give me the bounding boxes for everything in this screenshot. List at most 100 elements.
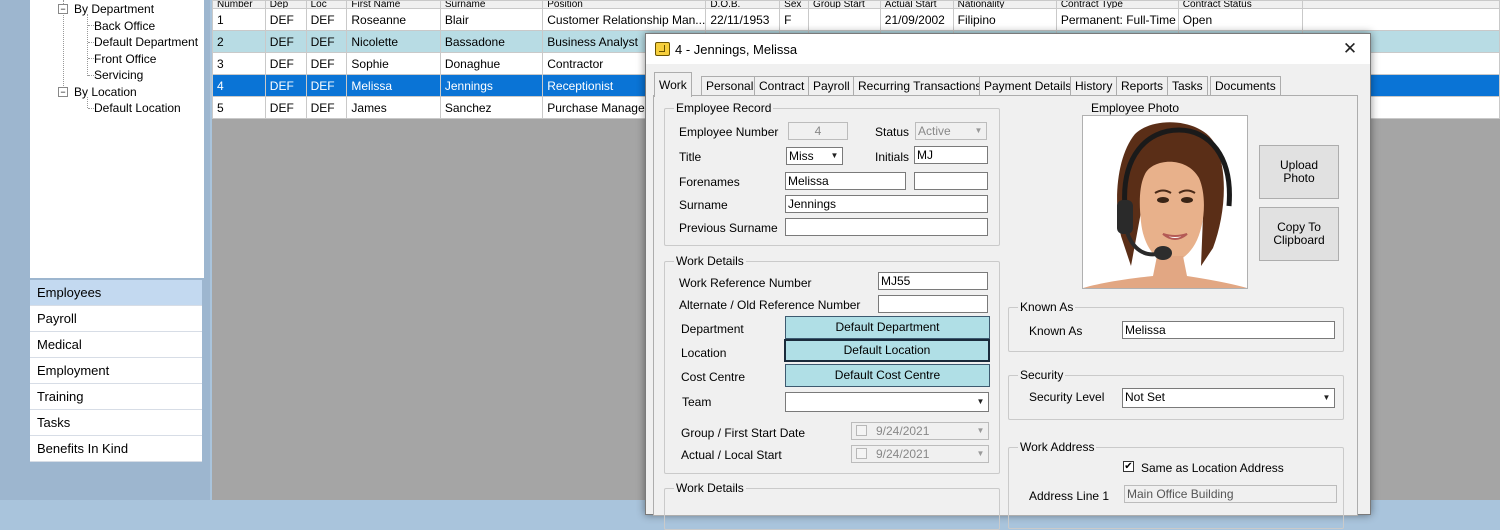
tab-work[interactable]: Work bbox=[654, 72, 692, 97]
title-select[interactable]: Miss ▼ bbox=[786, 147, 843, 165]
dropdown-icon[interactable]: ▼ bbox=[973, 394, 988, 410]
table-cell[interactable]: 5 bbox=[212, 96, 266, 119]
column-header[interactable]: Surname bbox=[439, 0, 544, 9]
tab-personal[interactable]: Personal bbox=[701, 76, 759, 96]
column-header[interactable]: Contract Status bbox=[1177, 0, 1303, 9]
table-cell[interactable]: 4 bbox=[212, 74, 266, 97]
table-row[interactable]: 1 DEF DEF Roseanne Blair Customer Relationshi… bbox=[212, 8, 1500, 31]
tree-node-by-department[interactable]: By Department bbox=[74, 2, 154, 16]
module-employment[interactable]: Employment bbox=[30, 358, 202, 384]
table-cell[interactable]: 21/09/2002 bbox=[879, 8, 954, 31]
dropdown-icon[interactable]: ▼ bbox=[973, 446, 988, 462]
work-reference-field[interactable]: MJ55 bbox=[878, 272, 988, 290]
security-level-select[interactable]: Not Set ▼ bbox=[1122, 388, 1335, 408]
close-button[interactable]: ✕ bbox=[1336, 37, 1364, 61]
tab-documents[interactable]: Documents bbox=[1210, 76, 1281, 96]
column-header[interactable]: Actual Start bbox=[879, 0, 954, 9]
table-cell[interactable]: Blair bbox=[439, 8, 544, 31]
table-cell[interactable]: Filipino bbox=[952, 8, 1057, 31]
group-start-checkbox[interactable] bbox=[856, 425, 867, 436]
tab-history[interactable]: History bbox=[1070, 76, 1118, 96]
table-cell[interactable]: Open bbox=[1177, 8, 1303, 31]
tab-recurring-transactions[interactable]: Recurring Transactions bbox=[853, 76, 987, 96]
table-cell[interactable]: Sanchez bbox=[439, 96, 544, 119]
tab-payment-details[interactable]: Payment Details bbox=[979, 76, 1077, 96]
table-cell[interactable]: James bbox=[346, 96, 441, 119]
copy-to-clipboard-button[interactable]: Copy To Clipboard bbox=[1259, 207, 1339, 261]
same-as-location-checkbox[interactable]: ✔ bbox=[1123, 461, 1134, 472]
same-as-location-label[interactable]: Same as Location Address bbox=[1141, 461, 1284, 475]
table-cell[interactable]: DEF bbox=[264, 96, 307, 119]
column-header[interactable]: First Name bbox=[346, 0, 441, 9]
initials-field[interactable]: MJ bbox=[914, 146, 988, 164]
column-header[interactable]: Position bbox=[542, 0, 707, 9]
forenames-extra-field[interactable] bbox=[914, 172, 988, 190]
column-header[interactable]: Group Start bbox=[808, 0, 881, 9]
known-as-field[interactable]: Melissa bbox=[1122, 321, 1335, 339]
column-header[interactable]: Sex bbox=[779, 0, 810, 9]
column-header[interactable]: Loc bbox=[305, 0, 348, 9]
module-medical[interactable]: Medical bbox=[30, 332, 202, 358]
dropdown-icon[interactable]: ▼ bbox=[827, 148, 842, 164]
table-cell[interactable] bbox=[808, 8, 881, 31]
table-cell[interactable]: DEF bbox=[264, 30, 307, 53]
tree-node-servicing[interactable]: Servicing bbox=[94, 68, 143, 82]
table-cell[interactable]: DEF bbox=[305, 96, 348, 119]
tab-tasks[interactable]: Tasks bbox=[1167, 76, 1208, 96]
dialog-titlebar[interactable]: 4 - Jennings, Melissa ✕ bbox=[646, 34, 1370, 64]
cost-centre-button[interactable]: Default Cost Centre bbox=[785, 364, 990, 387]
dropdown-icon[interactable]: ▼ bbox=[973, 423, 988, 439]
table-cell[interactable]: Bassadone bbox=[439, 30, 544, 53]
table-cell[interactable]: 2 bbox=[212, 30, 266, 53]
actual-start-date-picker[interactable]: 9/24/2021 ▼ bbox=[851, 445, 989, 463]
team-select[interactable]: ▼ bbox=[785, 392, 989, 412]
table-cell[interactable]: DEF bbox=[305, 30, 348, 53]
forenames-field[interactable]: Melissa bbox=[785, 172, 906, 190]
group-start-date-picker[interactable]: 9/24/2021 ▼ bbox=[851, 422, 989, 440]
table-cell[interactable]: DEF bbox=[305, 8, 348, 31]
previous-surname-field[interactable] bbox=[785, 218, 988, 236]
table-cell[interactable]: Sophie bbox=[346, 52, 441, 75]
table-cell[interactable]: 3 bbox=[212, 52, 266, 75]
actual-start-checkbox[interactable] bbox=[856, 448, 867, 459]
module-benefits-in-kind[interactable]: Benefits In Kind bbox=[30, 436, 202, 462]
module-training[interactable]: Training bbox=[30, 384, 202, 410]
table-cell[interactable]: Customer Relationship Man... bbox=[542, 8, 707, 31]
table-cell[interactable]: 22/11/1953 bbox=[705, 8, 781, 31]
table-cell[interactable]: Donaghue bbox=[439, 52, 544, 75]
module-employees[interactable]: Employees bbox=[30, 280, 202, 306]
by-department-expander-icon[interactable]: − bbox=[58, 4, 68, 14]
column-header[interactable]: D.O.B. bbox=[705, 0, 781, 9]
tree-node-by-location[interactable]: By Location bbox=[74, 85, 137, 99]
surname-field[interactable]: Jennings bbox=[785, 195, 988, 213]
tree-node-default-location[interactable]: Default Location bbox=[94, 101, 181, 115]
column-header[interactable]: Nationality bbox=[952, 0, 1057, 9]
table-cell[interactable]: Roseanne bbox=[346, 8, 441, 31]
table-cell[interactable]: DEF bbox=[264, 74, 307, 97]
upload-photo-button[interactable]: Upload Photo bbox=[1259, 145, 1339, 199]
table-cell[interactable]: Nicolette bbox=[346, 30, 441, 53]
by-location-expander-icon[interactable]: − bbox=[58, 87, 68, 97]
tab-payroll[interactable]: Payroll bbox=[808, 76, 855, 96]
column-header[interactable]: Dep bbox=[264, 0, 307, 9]
module-tasks[interactable]: Tasks bbox=[30, 410, 202, 436]
table-cell[interactable]: DEF bbox=[305, 74, 348, 97]
tree-node-back-office[interactable]: Back Office bbox=[94, 19, 155, 33]
location-button[interactable]: Default Location bbox=[784, 339, 990, 362]
tree-node-default-department[interactable]: Default Department bbox=[94, 35, 198, 49]
table-cell[interactable]: DEF bbox=[264, 8, 307, 31]
table-cell[interactable]: 1 bbox=[212, 8, 266, 31]
department-button[interactable]: Default Department bbox=[785, 316, 990, 339]
column-header[interactable]: Number bbox=[212, 0, 266, 9]
module-payroll[interactable]: Payroll bbox=[30, 306, 202, 332]
table-cell[interactable]: Jennings bbox=[439, 74, 544, 97]
column-header[interactable]: Contract Type bbox=[1055, 0, 1179, 9]
tab-contract[interactable]: Contract bbox=[754, 76, 810, 96]
table-cell[interactable]: Melissa bbox=[346, 74, 441, 97]
table-cell[interactable]: DEF bbox=[264, 52, 307, 75]
dropdown-icon[interactable]: ▼ bbox=[1319, 390, 1334, 406]
table-cell[interactable]: Permanent: Full-Time bbox=[1055, 8, 1179, 31]
alternate-reference-field[interactable] bbox=[878, 295, 988, 313]
tab-reports[interactable]: Reports bbox=[1116, 76, 1169, 96]
tree-node-front-office[interactable]: Front Office bbox=[94, 52, 156, 66]
